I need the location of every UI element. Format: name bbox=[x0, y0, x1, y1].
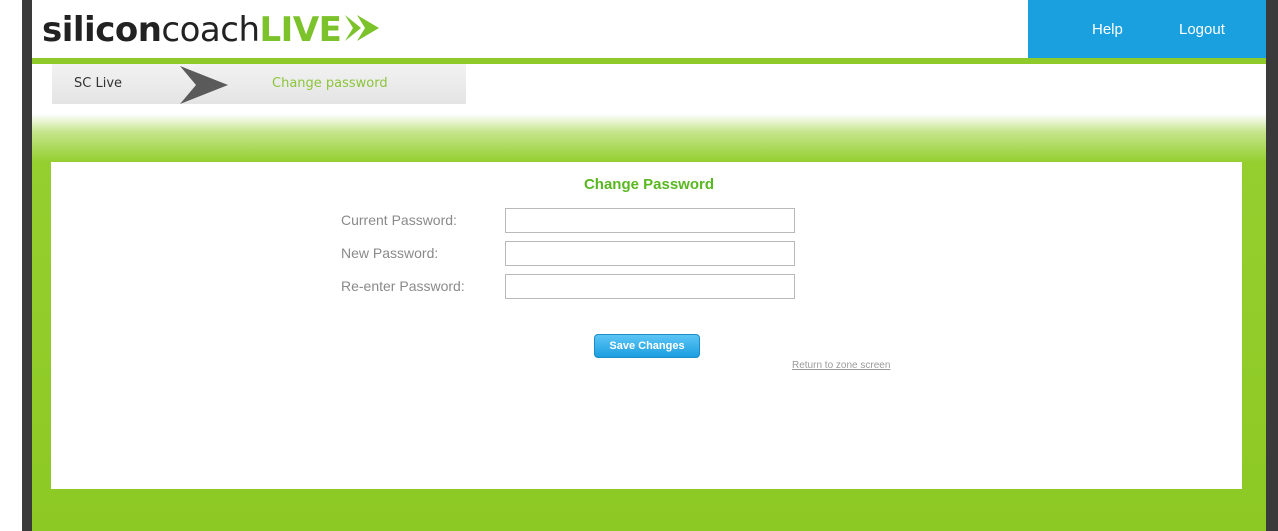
save-changes-button[interactable]: Save Changes bbox=[594, 334, 700, 358]
reenter-password-field[interactable] bbox=[505, 274, 795, 299]
new-password-label: New Password: bbox=[341, 245, 439, 261]
current-password-label: Current Password: bbox=[341, 212, 457, 228]
change-password-panel: Change Password Current Password: New Pa… bbox=[51, 162, 1242, 489]
new-password-field[interactable] bbox=[505, 241, 795, 266]
page-title: Change Password bbox=[583, 176, 715, 193]
logo-text-silicon: silicon bbox=[42, 10, 162, 50]
breadcrumb-chevron-icon bbox=[180, 66, 240, 109]
return-to-zone-link[interactable]: Return to zone screen bbox=[792, 360, 890, 371]
breadcrumb: SC Live Change password bbox=[52, 64, 466, 104]
breadcrumb-current: Change password bbox=[272, 76, 388, 91]
logo-text-coach: coach bbox=[161, 10, 260, 50]
logout-link[interactable]: Logout bbox=[1179, 21, 1225, 38]
breadcrumb-area: SC Live Change password bbox=[32, 64, 1266, 114]
current-password-field[interactable] bbox=[505, 208, 795, 233]
logo-arrow-icon bbox=[345, 10, 380, 50]
reenter-password-label: Re-enter Password: bbox=[341, 278, 465, 294]
top-navigation: Help Logout bbox=[1028, 0, 1266, 58]
siliconcoach-live-logo[interactable]: silicon coach LIVE bbox=[42, 8, 380, 52]
breadcrumb-home-link[interactable]: SC Live bbox=[74, 76, 122, 91]
left-window-frame bbox=[22, 0, 32, 531]
logo-text-live: LIVE bbox=[259, 10, 342, 50]
help-link[interactable]: Help bbox=[1092, 21, 1123, 38]
right-window-frame bbox=[1266, 0, 1278, 531]
